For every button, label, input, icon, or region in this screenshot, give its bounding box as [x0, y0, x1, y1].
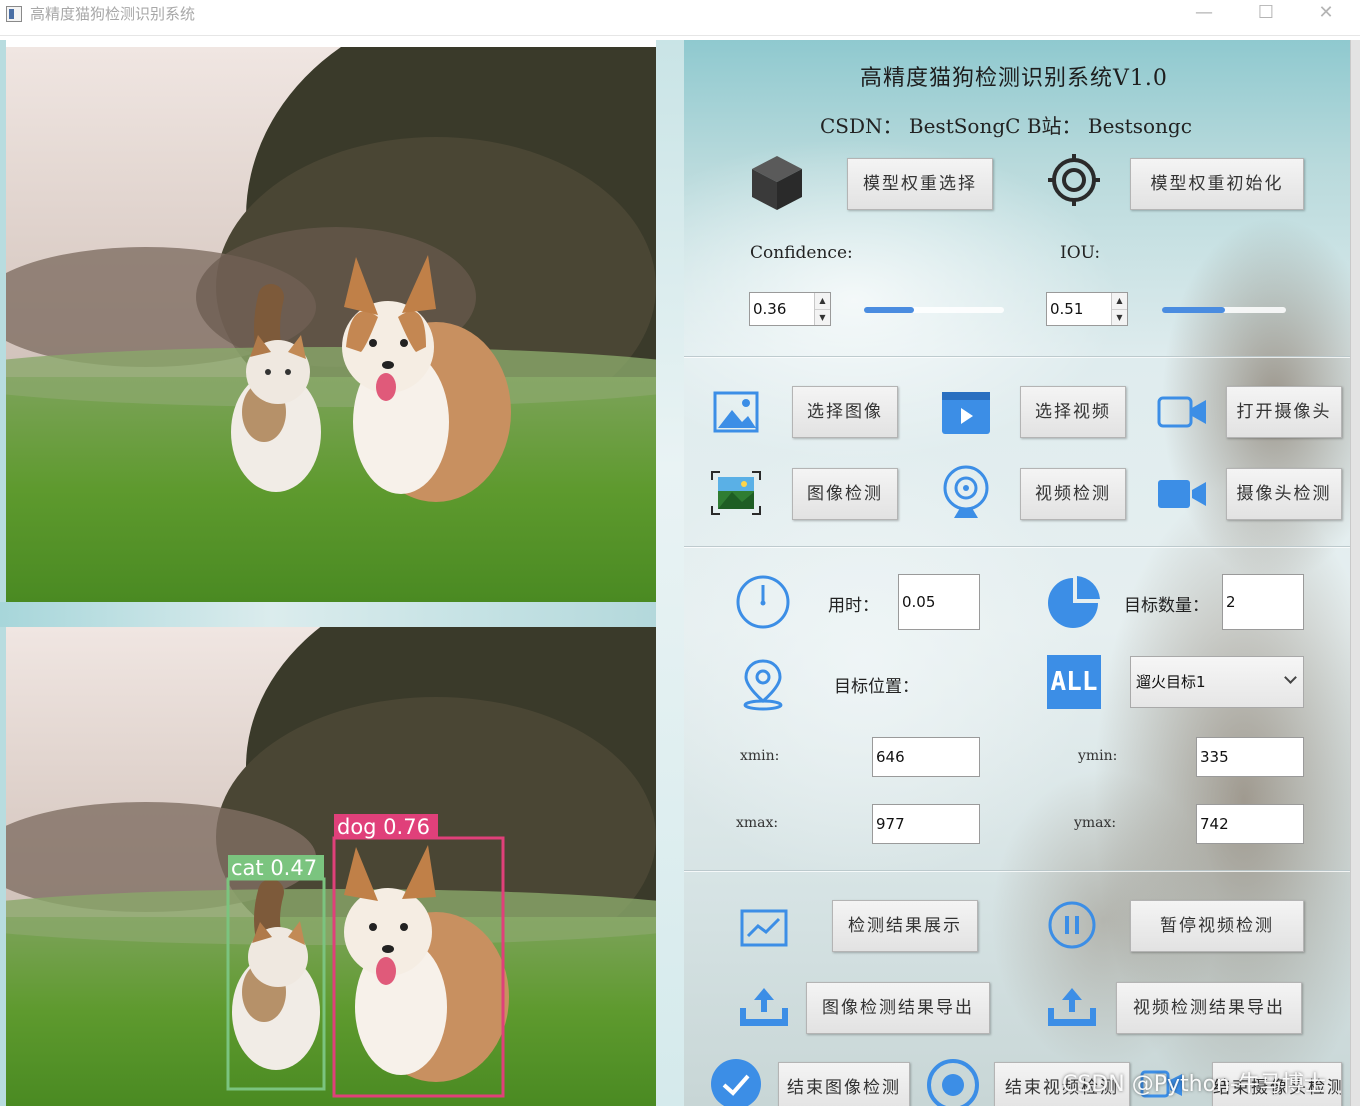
time-label: 用时： [828, 596, 879, 616]
ymax-field[interactable]: 742 [1196, 804, 1304, 844]
init-target-icon [1048, 154, 1100, 206]
xmin-label: xmin: [740, 748, 780, 764]
dog-label: dog 0.76 [337, 815, 430, 839]
watermark: CSDN @Python-牛马博士 [1062, 1072, 1326, 1097]
pause-video-button[interactable]: 暂停视频检测 [1130, 900, 1304, 952]
confidence-spinbox[interactable]: 0.36 ▲ ▼ [749, 292, 831, 326]
confidence-down-arrow-icon[interactable]: ▼ [815, 309, 830, 325]
camera-detect-button[interactable]: 摄像头检测 [1226, 468, 1342, 520]
camera-detect-icon [1158, 480, 1206, 508]
iou-spinbox[interactable]: 0.51 ▲ ▼ [1046, 292, 1128, 326]
confidence-label: Confidence: [750, 243, 853, 263]
location-pin-icon [743, 659, 783, 711]
show-results-button[interactable]: 检测结果展示 [832, 900, 978, 952]
iou-slider[interactable] [1162, 307, 1286, 313]
iou-value: 0.51 [1050, 300, 1084, 318]
pause-icon [1048, 901, 1096, 949]
confidence-value: 0.36 [753, 300, 787, 318]
select-image-button[interactable]: 选择图像 [792, 386, 898, 438]
control-panel: 高精度猫狗检测识别系统V1.0 CSDN： BestSongC B站： Best… [684, 40, 1350, 1106]
confidence-up-arrow-icon[interactable]: ▲ [815, 293, 830, 309]
app-title: 高精度猫狗检测识别系统V1.0 [860, 66, 1168, 91]
title-bar: 高精度猫狗检测识别系统 — ☐ ✕ [0, 0, 1360, 36]
image-detect-button[interactable]: 图像检测 [792, 468, 898, 520]
target-select-dropdown[interactable]: 遛火目标1 [1130, 656, 1304, 708]
target-position-label: 目标位置： [834, 677, 919, 697]
target-count-field[interactable]: 2 [1222, 574, 1304, 630]
xmax-label: xmax: [736, 815, 779, 831]
cat-label: cat 0.47 [231, 856, 317, 880]
video-icon [942, 392, 990, 434]
original-image-panel [6, 47, 656, 602]
export-video-results-button[interactable]: 视频检测结果导出 [1116, 982, 1302, 1034]
author-info: CSDN： BestSongC B站： Bestsongc [820, 114, 1192, 138]
select-weights-button[interactable]: 模型权重选择 [847, 158, 993, 210]
close-button[interactable]: ✕ [1298, 0, 1354, 28]
select-video-button[interactable]: 选择视频 [1020, 386, 1126, 438]
section-divider [684, 870, 1350, 872]
check-circle-icon [711, 1059, 761, 1106]
init-weights-button[interactable]: 模型权重初始化 [1130, 158, 1304, 210]
export-video-icon [1048, 988, 1096, 1026]
webcam-icon [943, 465, 989, 518]
panel-separator [0, 602, 680, 627]
app-window: 高精度猫狗检测识别系统 — ☐ ✕ cat 0.47 dog 0.76 高精度猫… [0, 0, 1360, 1106]
app-window-icon [6, 6, 22, 22]
stop-circle-icon [927, 1059, 979, 1106]
section-divider [684, 356, 1350, 358]
original-image [6, 47, 656, 602]
xmin-field[interactable]: 646 [872, 737, 980, 777]
right-edge-strip [1350, 40, 1360, 1106]
maximize-button[interactable]: ☐ [1238, 0, 1294, 28]
camera-icon [1157, 396, 1206, 428]
pie-chart-icon [1048, 576, 1100, 628]
time-field[interactable]: 0.05 [898, 574, 980, 630]
export-image-results-button[interactable]: 图像检测结果导出 [806, 982, 990, 1034]
panel-gutter [656, 40, 684, 1106]
window-title: 高精度猫狗检测识别系统 [30, 5, 196, 23]
confidence-slider-fill [864, 307, 915, 313]
detection-image-panel: cat 0.47 dog 0.76 [6, 627, 656, 1106]
clock-icon [736, 575, 790, 629]
xmax-field[interactable]: 977 [872, 804, 980, 844]
iou-up-arrow-icon[interactable]: ▲ [1112, 293, 1127, 309]
video-detect-button[interactable]: 视频检测 [1020, 468, 1126, 520]
ymin-label: ymin: [1078, 748, 1118, 764]
iou-down-arrow-icon[interactable]: ▼ [1112, 309, 1127, 325]
export-image-icon [740, 988, 788, 1026]
minimize-button[interactable]: — [1176, 0, 1232, 28]
all-targets-icon: ALL [1047, 655, 1101, 709]
ymax-label: ymax: [1074, 815, 1117, 831]
end-image-detect-button[interactable]: 结束图像检测 [778, 1062, 910, 1106]
iou-slider-fill [1162, 307, 1226, 313]
detection-image: cat 0.47 dog 0.76 [6, 627, 656, 1106]
iou-label: IOU: [1060, 243, 1101, 263]
open-camera-button[interactable]: 打开摄像头 [1226, 386, 1342, 438]
confidence-slider[interactable] [864, 307, 1004, 313]
image-detect-icon [711, 471, 761, 515]
target-select-value: 遛火目标1 [1136, 673, 1206, 691]
image-icon [713, 391, 759, 433]
line-chart-icon [740, 909, 788, 947]
model-cube-icon [752, 156, 802, 210]
target-count-label: 目标数量： [1124, 596, 1209, 616]
section-divider [684, 546, 1350, 548]
ymin-field[interactable]: 335 [1196, 737, 1304, 777]
chevron-down-icon [1284, 671, 1297, 684]
